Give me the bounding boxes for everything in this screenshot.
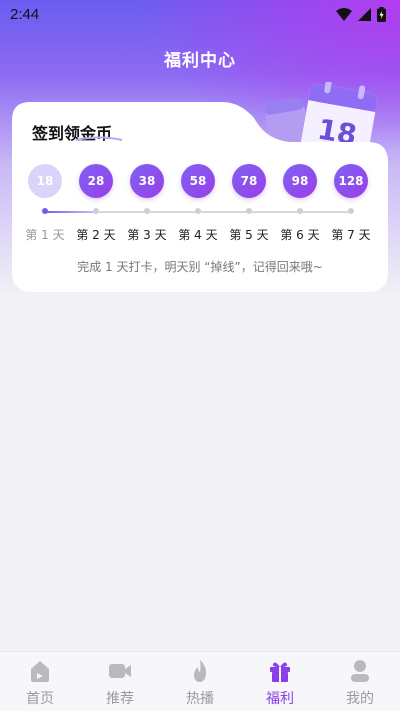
progress-dot	[348, 208, 354, 214]
coin-row: 18 28 38 58 78 98 128	[12, 164, 388, 200]
progress-dot	[42, 208, 48, 214]
video-camera-icon	[109, 664, 131, 678]
progress-dot	[195, 208, 201, 214]
tab-home[interactable]: 首页	[0, 652, 80, 711]
battery-icon	[377, 6, 386, 22]
tab-profile[interactable]: 我的	[320, 652, 400, 711]
page-title: 福利中心	[164, 51, 236, 71]
tab-hot-label: 热播	[186, 691, 214, 707]
user-icon	[351, 660, 369, 682]
tab-home-label: 首页	[26, 691, 54, 707]
coin-day-4[interactable]: 58	[181, 164, 215, 198]
checkin-hint: 完成 1 天打卡，明天别 “掉线”，记得回来哦~	[77, 260, 323, 274]
coin-day-7[interactable]: 128	[334, 164, 368, 198]
status-icons	[336, 6, 386, 22]
coin-day-3[interactable]: 38	[130, 164, 164, 198]
signal-icon	[358, 7, 371, 21]
status-bar: 2:44	[0, 0, 400, 28]
bottom-tab-bar: 首页 推荐 热播 福利 我的	[0, 651, 400, 711]
progress-dot	[246, 208, 252, 214]
progress-dot	[144, 208, 150, 214]
fire-icon	[194, 660, 207, 682]
progress-dot	[297, 208, 303, 214]
progress-dot	[93, 208, 99, 214]
home-icon	[31, 661, 49, 682]
progress-fill	[44, 211, 94, 213]
status-time: 2:44	[10, 5, 40, 23]
coin-day-5[interactable]: 78	[232, 164, 266, 198]
tab-welfare-label: 福利	[266, 691, 294, 707]
coin-day-6[interactable]: 98	[283, 164, 317, 198]
tab-recommend-label: 推荐	[106, 691, 134, 707]
checkin-card: 签到领金币 18 28 38 58 78 98 128 第 1 天 第 2 天 …	[12, 102, 388, 292]
coin-day-1[interactable]: 18	[28, 164, 62, 198]
title-underline	[75, 136, 123, 141]
tab-recommend[interactable]: 推荐	[80, 652, 160, 711]
wifi-icon	[336, 7, 352, 21]
day-label-7: 第 7 天	[331, 228, 371, 242]
coin-day-2[interactable]: 28	[79, 164, 113, 198]
tab-profile-label: 我的	[346, 691, 374, 707]
tab-hot[interactable]: 热播	[160, 652, 240, 711]
tab-welfare[interactable]: 福利	[240, 652, 320, 711]
gift-icon	[270, 662, 290, 682]
